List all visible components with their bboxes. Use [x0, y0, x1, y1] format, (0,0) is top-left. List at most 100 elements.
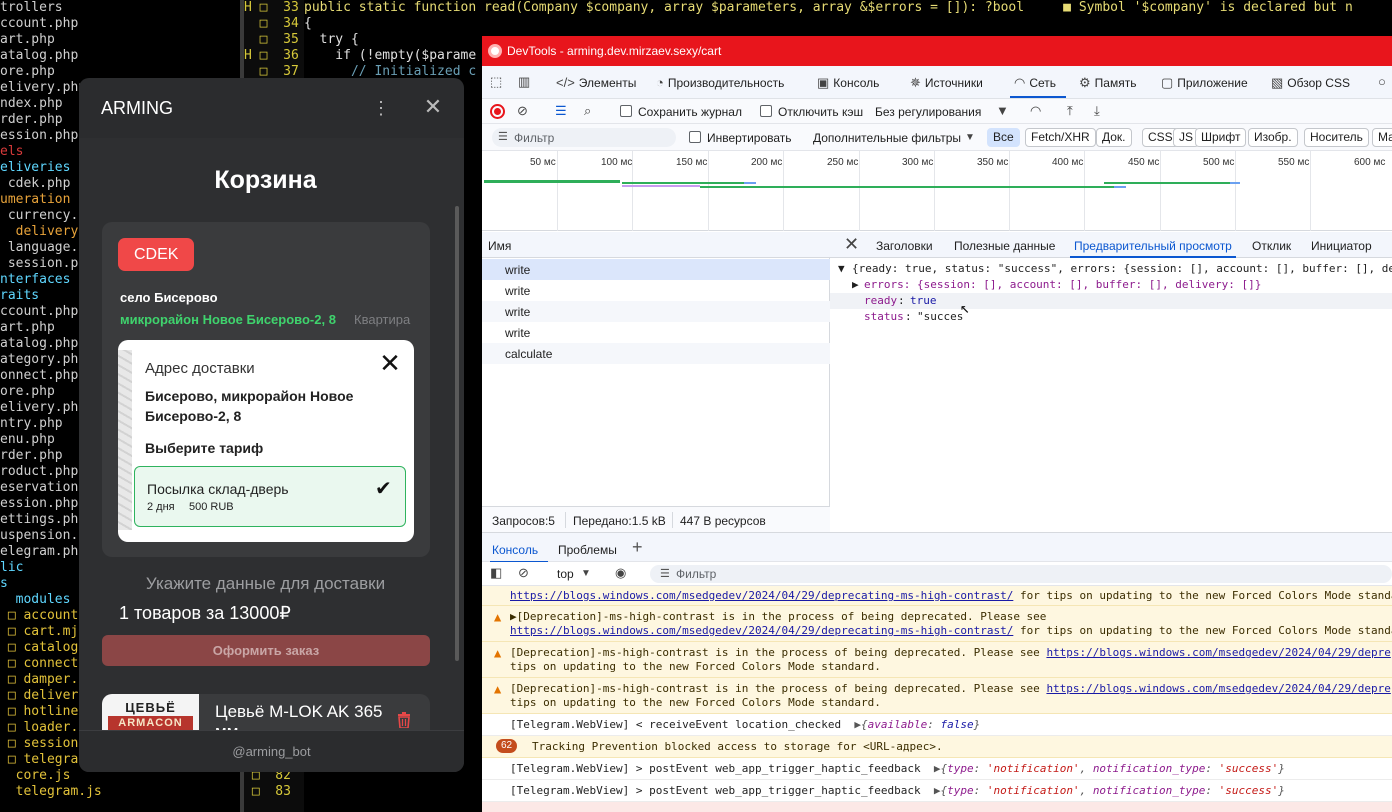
chevron-down-icon[interactable]: ▼	[581, 566, 591, 582]
eye-icon[interactable]: ◉	[615, 565, 626, 581]
chevron-down-icon[interactable]: ▼	[965, 130, 975, 146]
tab-memory[interactable]: ⚙ Память	[1079, 75, 1136, 91]
network-timeline[interactable]: 50 мс 100 мс 150 мс 200 мс 250 мс 300 мс…	[482, 151, 1392, 231]
json-root[interactable]: ▼ {ready: true, status: "success", errors…	[830, 261, 1392, 277]
upload-icon[interactable]: ⤒	[1067, 103, 1073, 119]
more-menu-icon[interactable]: ⋮	[372, 98, 390, 118]
filter-chip-doc[interactable]: Док.	[1096, 128, 1132, 147]
context-selector[interactable]: top	[557, 567, 574, 581]
tab-response[interactable]: Отклик	[1252, 239, 1291, 253]
transferred-size: Передано:1.5 kB	[573, 514, 666, 528]
console-message-log[interactable]: [Telegram.WebView] < receiveEvent locati…	[482, 714, 1392, 736]
expand-triangle-icon[interactable]: ▼	[838, 261, 845, 277]
tab-network[interactable]: ◠ Сеть	[1014, 75, 1056, 91]
tab-performance[interactable]: ◔ Производительность	[656, 75, 784, 90]
request-row[interactable]: calculate	[482, 343, 830, 364]
filter-chip-all[interactable]: Все	[987, 128, 1020, 147]
checkout-button[interactable]: Оформить заказ	[102, 635, 430, 666]
file-tree-item[interactable]: ccount.php	[0, 16, 240, 32]
delivery-village: село Бисерово	[120, 290, 218, 305]
console-link[interactable]: https://blogs.windows.com/msedgedev/2024…	[1046, 682, 1390, 695]
mouse-cursor-icon: ↖	[960, 298, 970, 317]
request-row[interactable]: write	[482, 301, 830, 322]
device-toggle-icon[interactable]: ▥	[518, 74, 530, 90]
download-icon[interactable]: ⤓	[1094, 103, 1100, 119]
tab-payload[interactable]: Полезные данные	[954, 239, 1055, 253]
close-icon[interactable]: ✕	[423, 96, 443, 118]
lightbulb-icon[interactable]: ○	[1378, 74, 1386, 90]
console-message-warning[interactable]: ▲ ▶[Deprecation]-ms-high-contrast is in …	[482, 606, 1392, 642]
request-row[interactable]: write	[482, 322, 830, 343]
tab-initiator[interactable]: Инициатор	[1311, 239, 1372, 253]
console-message-warning[interactable]: 62 Tracking Prevention blocked access to…	[482, 736, 1392, 758]
filter-chip-manifest[interactable]: Ман	[1372, 128, 1392, 147]
disable-cache-checkbox[interactable]	[760, 105, 772, 117]
record-icon[interactable]	[490, 104, 505, 119]
tab-sources[interactable]: ✵ Источники	[910, 75, 983, 91]
wifi-icon: ◠	[1014, 75, 1026, 90]
network-filter-input[interactable]: ☰ Фильтр	[492, 128, 676, 147]
filter-chip-fetch[interactable]: Fetch/XHR	[1025, 128, 1096, 147]
apartment-input[interactable]: Квартира	[354, 312, 410, 327]
console-message-warning[interactable]: ▲ [Deprecation]-ms-high-contrast is in t…	[482, 678, 1392, 714]
tab-issues[interactable]: Проблемы	[558, 543, 617, 557]
request-row[interactable]: write	[482, 259, 830, 280]
console-message-warning[interactable]: https://blogs.windows.com/msedgedev/2024…	[482, 586, 1392, 606]
more-filters-dropdown[interactable]: Дополнительные фильтры	[813, 131, 961, 145]
inspect-icon[interactable]: ⬚	[490, 74, 502, 90]
sidebar-toggle-icon[interactable]: ◧	[490, 565, 502, 581]
tab-console-drawer[interactable]: Консоль	[492, 543, 538, 557]
filter-chip-font[interactable]: Шрифт	[1195, 128, 1247, 147]
tab-application[interactable]: ▢ Приложение	[1161, 75, 1248, 91]
search-icon[interactable]: ⌕	[584, 103, 591, 119]
clear-icon[interactable]: ⊘	[517, 103, 528, 119]
console-link[interactable]: https://blogs.windows.com/msedgedev/2024…	[1046, 646, 1390, 659]
timeline-bar	[484, 180, 620, 183]
filter-toggle-icon[interactable]: ☰	[555, 103, 567, 119]
tab-css-overview[interactable]: ▧ Обзор CSS	[1271, 75, 1350, 91]
clear-console-icon[interactable]: ⊘	[518, 565, 529, 581]
popup-close-icon[interactable]: ✕	[378, 350, 402, 376]
tab-console[interactable]: ▣ Консоль	[817, 75, 879, 91]
console-output[interactable]: https://blogs.windows.com/msedgedev/2024…	[482, 586, 1392, 812]
json-ready[interactable]: ready: true	[830, 293, 1392, 309]
file-tree-item[interactable]: art.php	[0, 32, 240, 48]
console-link[interactable]: https://blogs.windows.com/msedgedev/2024…	[510, 589, 1013, 602]
close-icon[interactable]: ✕	[844, 234, 859, 255]
json-preview[interactable]: ▼ {ready: true, status: "success", errors…	[830, 258, 1392, 532]
carrier-button-cdek[interactable]: CDEK	[118, 238, 195, 271]
collapse-triangle-icon[interactable]: ▶	[852, 277, 859, 293]
console-message-error[interactable]	[482, 802, 1392, 812]
cart-product[interactable]: ЦЕВЬЁ ARMACON Цевьё M-LOK AK 365 мм	[102, 694, 430, 730]
console-link[interactable]: https://blogs.windows.com/msedgedev/2024…	[510, 624, 1013, 637]
name-column-header[interactable]: Имя	[482, 232, 830, 258]
add-tab-icon[interactable]: +	[632, 537, 643, 558]
console-message-log[interactable]: [Telegram.WebView] > postEvent web_app_t…	[482, 780, 1392, 802]
timeline-bar	[1230, 182, 1240, 184]
file-tree-item[interactable]: trollers	[0, 0, 240, 16]
delivery-district-link[interactable]: микрорайон Новое Бисерово-2, 8	[120, 312, 336, 327]
invert-checkbox[interactable]	[689, 131, 701, 143]
file-tree-item[interactable]: atalog.php	[0, 48, 240, 64]
request-row[interactable]: write	[482, 280, 830, 301]
json-errors[interactable]: ▶ errors: {session: [], account: [], buff…	[830, 277, 1392, 293]
devtools-titlebar[interactable]: DevTools - arming.dev.mirzaev.sexy/cart	[482, 36, 1392, 66]
preserve-log-checkbox[interactable]	[620, 105, 632, 117]
chevron-down-icon[interactable]: ▼	[996, 103, 1009, 119]
json-status[interactable]: status: "succes	[830, 309, 1392, 325]
network-conditions-icon[interactable]: ◠	[1030, 103, 1041, 119]
console-message-log[interactable]: [Telegram.WebView] > postEvent web_app_t…	[482, 758, 1392, 780]
tab-preview[interactable]: Предварительный просмотр	[1074, 239, 1232, 253]
filter-chip-img[interactable]: Изобр.	[1248, 128, 1298, 147]
console-message-warning[interactable]: ▲ [Deprecation]-ms-high-contrast is in t…	[482, 642, 1392, 678]
filter-chip-media[interactable]: Носитель	[1304, 128, 1369, 147]
console-filter-input[interactable]: ☰ Фильтр	[650, 565, 1392, 583]
delivery-address-popup: Адрес доставки ✕ Бисерово, микрорайон Но…	[118, 340, 414, 542]
file-tree-item[interactable]: telegram.js	[0, 784, 240, 800]
trash-icon[interactable]	[396, 712, 412, 730]
throttling-select[interactable]: Без регулирования	[875, 105, 981, 119]
tab-headers[interactable]: Заголовки	[876, 239, 933, 253]
tariff-option-selected[interactable]: Посылка склад-дверь 2 дня 500 RUB ✔	[134, 466, 406, 527]
tab-elements[interactable]: </> Элементы	[556, 75, 636, 90]
scrollbar[interactable]	[455, 206, 459, 661]
